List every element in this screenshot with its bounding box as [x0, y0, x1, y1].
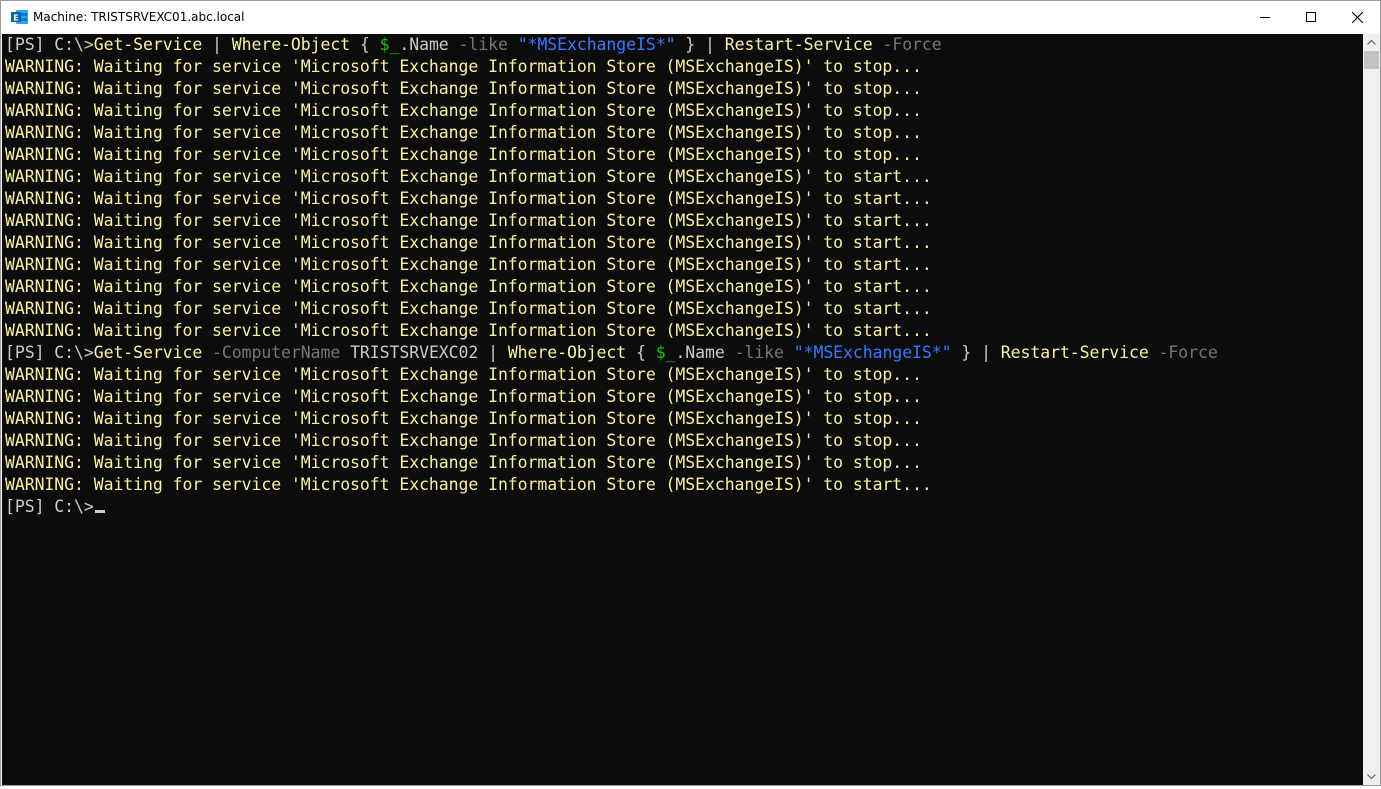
command-segment: } | [951, 343, 1001, 362]
warning-line: WARNING: Waiting for service 'Microsoft … [5, 321, 932, 340]
warning-line: WARNING: Waiting for service 'Microsoft … [5, 431, 922, 450]
command-segment [202, 343, 212, 362]
maximize-icon [1306, 12, 1316, 22]
exchange-management-shell-icon: E [11, 9, 29, 25]
command-segment: } | [675, 35, 725, 54]
svg-text:E: E [13, 14, 18, 23]
prompt-text: [PS] C:\> [5, 497, 94, 516]
prompt-line: [PS] C:\> [5, 496, 1218, 518]
command-segment: TRISTSRVEXC02 | [340, 343, 508, 362]
command-segment: "*MSExchangeIS*" [793, 343, 952, 362]
command-segment: -like [458, 35, 508, 54]
title-bar[interactable]: E Machine: TRISTSRVEXC01.abc.local [1, 1, 1380, 33]
scroll-up-arrow-icon[interactable] [1363, 34, 1380, 51]
console-lines: [PS] C:\>Get-Service | Where-Object { $_… [5, 34, 1218, 518]
command-segment: Where-Object [231, 35, 351, 54]
command-segment: $_ [655, 343, 676, 362]
command-segment [1149, 343, 1159, 362]
command-segment [873, 35, 883, 54]
warning-line: WARNING: Waiting for service 'Microsoft … [5, 211, 932, 230]
warning-line: WARNING: Waiting for service 'Microsoft … [5, 409, 922, 428]
warning-line: WARNING: Waiting for service 'Microsoft … [5, 167, 932, 186]
close-button[interactable] [1334, 1, 1380, 33]
warning-line: WARNING: Waiting for service 'Microsoft … [5, 79, 922, 98]
command-segment: -ComputerName [212, 343, 341, 362]
command-segment: -Force [1158, 343, 1218, 362]
warning-line: WARNING: Waiting for service 'Microsoft … [5, 145, 922, 164]
text-cursor [94, 510, 105, 513]
scrollbar-thumb[interactable] [1364, 51, 1379, 69]
warning-line: WARNING: Waiting for service 'Microsoft … [5, 299, 932, 318]
powershell-window: E Machine: TRISTSRVEXC01.abc.local [PS] … [0, 0, 1381, 786]
command-segment: { [626, 343, 656, 362]
command-segment: Where-Object [507, 343, 627, 362]
warning-line: WARNING: Waiting for service 'Microsoft … [5, 365, 922, 384]
warning-line: WARNING: Waiting for service 'Microsoft … [5, 233, 932, 252]
command-segment: Get-Service [93, 35, 203, 54]
warning-line: WARNING: Waiting for service 'Microsoft … [5, 255, 932, 274]
warning-line: WARNING: Waiting for service 'Microsoft … [5, 57, 922, 76]
console-output[interactable]: [PS] C:\>Get-Service | Where-Object { $_… [2, 34, 1363, 785]
command-segment: Restart-Service [724, 35, 873, 54]
warning-line: WARNING: Waiting for service 'Microsoft … [5, 101, 922, 120]
command-segment: Restart-Service [1000, 343, 1149, 362]
maximize-button[interactable] [1288, 1, 1334, 33]
command-segment: -Force [882, 35, 942, 54]
close-icon [1351, 11, 1363, 23]
warning-line: WARNING: Waiting for service 'Microsoft … [5, 453, 922, 472]
command-segment: { [350, 35, 380, 54]
warning-line: WARNING: Waiting for service 'Microsoft … [5, 475, 932, 494]
warning-line: WARNING: Waiting for service 'Microsoft … [5, 189, 932, 208]
command-segment: | [202, 35, 232, 54]
command-segment: [PS] C:\> [5, 35, 94, 54]
command-segment: .Name [399, 35, 459, 54]
command-line: [PS] C:\>Get-Service -ComputerName TRIST… [5, 342, 1218, 364]
command-segment: "*MSExchangeIS*" [517, 35, 676, 54]
vertical-scrollbar[interactable] [1363, 34, 1380, 785]
warning-line: WARNING: Waiting for service 'Microsoft … [5, 277, 932, 296]
minimize-button[interactable] [1242, 1, 1288, 33]
window-title: Machine: TRISTSRVEXC01.abc.local [33, 10, 245, 24]
command-segment: Get-Service [93, 343, 203, 362]
command-segment: $_ [379, 35, 400, 54]
command-segment [508, 35, 518, 54]
command-segment: [PS] C:\> [5, 343, 94, 362]
minimize-icon [1260, 12, 1270, 22]
warning-line: WARNING: Waiting for service 'Microsoft … [5, 123, 922, 142]
warning-line: WARNING: Waiting for service 'Microsoft … [5, 387, 922, 406]
command-segment [784, 343, 794, 362]
command-line: [PS] C:\>Get-Service | Where-Object { $_… [5, 34, 1218, 56]
command-segment: .Name [675, 343, 735, 362]
command-segment: -like [734, 343, 784, 362]
scroll-down-arrow-icon[interactable] [1363, 768, 1380, 785]
